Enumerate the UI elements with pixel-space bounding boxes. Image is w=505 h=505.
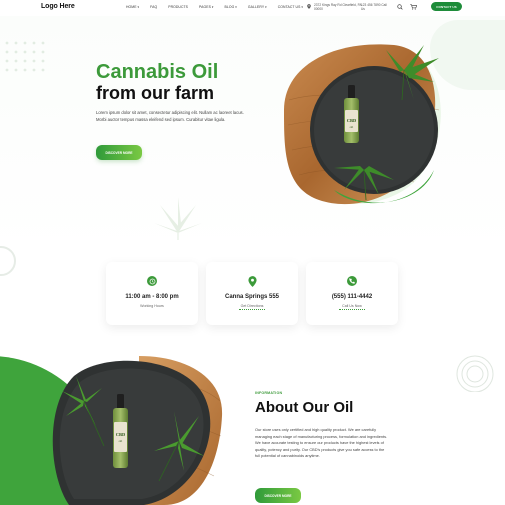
- card-title: (555) 111-4442: [331, 294, 373, 300]
- hero-discover-button[interactable]: DISCOVER MORE: [96, 145, 142, 160]
- card-title: Canna Springs 555: [224, 294, 280, 300]
- hero-description: Lorem ipsum dolor sit amet, consectetur …: [96, 110, 244, 122]
- bottle-label: CBD: [347, 118, 357, 123]
- svg-text:oil: oil: [350, 125, 354, 129]
- contact-us-button[interactable]: CONTACT US: [431, 2, 462, 11]
- map-pin-icon: [247, 275, 257, 287]
- search-icon[interactable]: [397, 4, 403, 10]
- nav-item-contact[interactable]: CONTACT US: [278, 5, 303, 9]
- get-directions-link[interactable]: Get Directions: [206, 304, 298, 308]
- nav-item-gallery[interactable]: GALLERY: [248, 5, 267, 9]
- info-card-location: Canna Springs 555 Get Directions: [206, 262, 298, 325]
- call-us-link[interactable]: Call Us Now: [306, 304, 398, 308]
- nav-item-products[interactable]: PRODUCTS: [168, 5, 188, 9]
- address-text: 2372 Kings Ray Rd Clearfield, PA 00000: [314, 3, 362, 11]
- card-title: 11:00 am - 8:00 pm: [125, 294, 179, 300]
- site-logo[interactable]: Logo Here: [41, 3, 75, 10]
- cart-icon[interactable]: [410, 4, 417, 10]
- header-phone[interactable]: 123 456 7890 Call Us: [361, 3, 389, 11]
- site-header: Logo Here HOME FAQ PRODUCTS PAGES BLOG G…: [0, 0, 505, 16]
- svg-text:oil: oil: [119, 439, 123, 443]
- info-card-hours: 11:00 am - 8:00 pm Working Hours: [106, 262, 198, 325]
- dot-pattern: [5, 41, 45, 72]
- hero-title-accent: Cannabis Oil: [96, 61, 219, 83]
- about-discover-button[interactable]: DISCOVER MORE: [255, 488, 301, 503]
- page: Logo Here HOME FAQ PRODUCTS PAGES BLOG G…: [0, 0, 505, 505]
- clock-icon: [147, 276, 157, 286]
- nav-item-home[interactable]: HOME: [126, 5, 139, 9]
- link-underline: [339, 309, 365, 310]
- nav-item-pages[interactable]: PAGES: [199, 5, 213, 9]
- about-product-image: CBD oil: [52, 356, 223, 505]
- about-eyebrow: INFORMATION: [255, 391, 283, 395]
- decorative-rings: [456, 355, 494, 392]
- bottle-label: CBD: [116, 432, 126, 437]
- about-description: Our store uses only certified and high q…: [255, 427, 388, 458]
- main-nav: HOME FAQ PRODUCTS PAGES BLOG GALLERY CON…: [126, 5, 314, 9]
- card-subtitle: Working Hours: [140, 304, 164, 308]
- location-pin-icon: [307, 4, 311, 9]
- phone-icon: [347, 276, 357, 286]
- hero-title: from our farm: [96, 83, 215, 103]
- link-underline: [239, 309, 265, 310]
- nav-item-faq[interactable]: FAQ: [150, 5, 157, 9]
- header-address: 2372 Kings Ray Rd Clearfield, PA 00000: [307, 3, 364, 11]
- nav-item-blog[interactable]: BLOG: [225, 5, 237, 9]
- info-card-phone: (555) 111-4442 Call Us Now: [306, 262, 398, 325]
- about-title: About Our Oil: [255, 399, 354, 416]
- hemp-leaf-watermark: [154, 197, 202, 240]
- hero-product-image: CBD oil: [284, 44, 441, 205]
